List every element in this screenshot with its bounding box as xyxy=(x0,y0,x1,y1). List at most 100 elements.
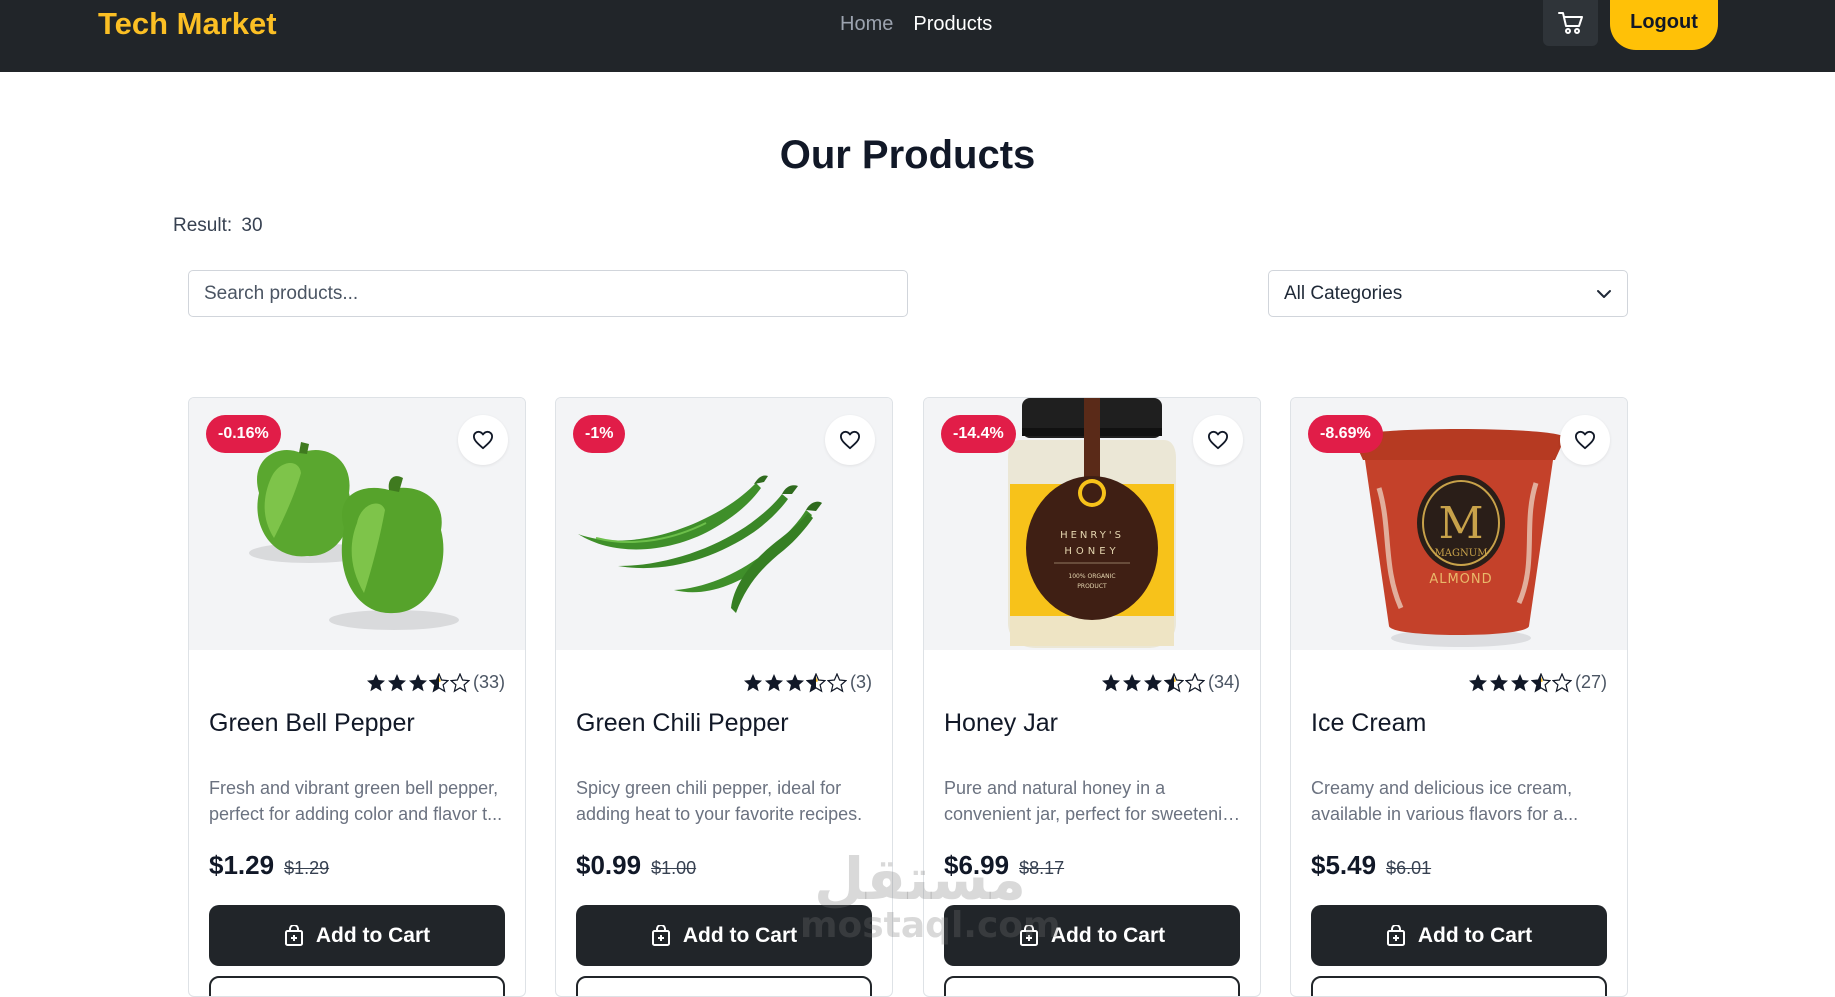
product-name[interactable]: Honey Jar xyxy=(944,709,1058,738)
nav-links: Home Products xyxy=(840,13,992,36)
star-half-icon xyxy=(806,672,826,692)
rating: (27) xyxy=(1468,672,1607,693)
product-card: -0.16% (33) Green Bell Pepper Fresh and … xyxy=(188,397,526,997)
old-price: $6.01 xyxy=(1386,858,1432,878)
star-full-icon xyxy=(408,673,427,691)
logout-button[interactable]: Logout xyxy=(1610,0,1718,50)
result-label: Result: xyxy=(173,215,233,236)
star-half-icon xyxy=(1163,672,1184,692)
jar-label-brand: HENRY'S xyxy=(1060,530,1124,541)
add-to-cart-button[interactable]: Add to Cart xyxy=(209,905,505,966)
review-count: (27) xyxy=(1574,672,1607,692)
discount-badge: -1% xyxy=(573,415,626,453)
add-to-cart-label: Add to Cart xyxy=(682,923,798,947)
star-empty-icon xyxy=(827,672,847,692)
star-rating xyxy=(1101,672,1205,693)
result-count: Result: 30 xyxy=(173,215,263,237)
secondary-button[interactable] xyxy=(944,976,1240,996)
add-to-cart-label: Add to Cart xyxy=(1050,923,1166,947)
star-half-icon xyxy=(1530,672,1551,692)
review-count: (3) xyxy=(850,672,872,692)
product-image[interactable]: HENRY'S HONEY 100% ORGANIC PRODUCT -14.4… xyxy=(924,398,1260,650)
discount-badge: -0.16% xyxy=(206,415,281,453)
jar-label-product: HONEY xyxy=(1064,546,1119,557)
product-name[interactable]: Green Bell Pepper xyxy=(209,709,415,738)
old-price: $8.17 xyxy=(1019,858,1065,878)
product-description-line: Fresh and vibrant green bell pepper, xyxy=(209,778,499,798)
wishlist-button[interactable] xyxy=(825,415,875,465)
price-row: $1.29 $1.29 xyxy=(209,850,329,881)
add-to-cart-button[interactable]: Add to Cart xyxy=(1311,905,1607,966)
product-description: Spicy green chili pepper, ideal for addi… xyxy=(576,775,876,827)
nav-link-home[interactable]: Home xyxy=(840,13,893,36)
product-description-line: available in various flavors for a... xyxy=(1311,804,1579,824)
star-rating xyxy=(366,672,470,693)
review-count: (33) xyxy=(472,672,505,692)
star-full-icon xyxy=(387,673,406,691)
add-to-cart-button[interactable]: Add to Cart xyxy=(576,905,872,966)
star-rating xyxy=(743,672,847,693)
secondary-button[interactable] xyxy=(1311,976,1607,996)
price: $1.29 xyxy=(209,850,275,880)
product-description-line: adding heat to your favorite recipes. xyxy=(576,804,863,824)
star-full-icon xyxy=(1510,673,1529,691)
star-full-icon xyxy=(744,673,762,691)
product-description: Creamy and delicious ice cream, availabl… xyxy=(1311,775,1611,827)
old-price: $1.29 xyxy=(284,858,330,878)
star-full-icon xyxy=(1143,673,1162,691)
product-card: HENRY'S HONEY 100% ORGANIC PRODUCT -14.4… xyxy=(923,397,1261,997)
rating: (34) xyxy=(1101,672,1240,693)
nav-link-products[interactable]: Products xyxy=(913,13,992,36)
chevron-down-icon xyxy=(1597,289,1611,298)
bag-plus-icon xyxy=(284,924,303,946)
price: $0.99 xyxy=(576,850,642,880)
secondary-button[interactable] xyxy=(209,976,505,996)
search-input[interactable] xyxy=(188,270,908,317)
tub-logo-letter: M xyxy=(1438,498,1483,549)
star-empty-icon xyxy=(1184,672,1205,692)
product-card: M MAGNUM ALMOND -8.69% (27) Ice Cream Cr… xyxy=(1290,397,1628,997)
product-description-line: Creamy and delicious ice cream, xyxy=(1311,778,1573,798)
review-count: (34) xyxy=(1207,672,1240,692)
old-price: $1.00 xyxy=(651,858,697,878)
product-card: -1% (3) Green Chili Pepper Spicy green c… xyxy=(555,397,893,997)
star-full-icon xyxy=(366,673,385,691)
heart-icon xyxy=(1207,430,1228,450)
discount-badge: -14.4% xyxy=(941,415,1016,453)
product-description-line: Spicy green chili pepper, ideal for xyxy=(576,778,842,798)
rating: (3) xyxy=(743,672,872,693)
product-image[interactable]: M MAGNUM ALMOND -8.69% xyxy=(1291,398,1627,650)
jar-label-note: PRODUCT xyxy=(1077,583,1107,590)
product-name[interactable]: Ice Cream xyxy=(1311,709,1426,738)
wishlist-button[interactable] xyxy=(458,415,508,465)
product-description-line: perfect for adding color and flavor t... xyxy=(209,804,503,824)
bag-plus-icon xyxy=(651,924,670,946)
star-full-icon xyxy=(1468,673,1487,691)
product-description: Pure and natural honey in a convenient j… xyxy=(944,775,1244,827)
price-row: $0.99 $1.00 xyxy=(576,850,696,881)
product-description-line: convenient jar, perfect for sweetenin... xyxy=(944,804,1244,824)
heart-icon xyxy=(840,430,860,450)
product-image[interactable]: -0.16% xyxy=(189,398,525,650)
wishlist-button[interactable] xyxy=(1560,415,1610,465)
result-value: 30 xyxy=(241,215,263,236)
star-full-icon xyxy=(1101,673,1120,691)
star-rating xyxy=(1468,672,1572,693)
add-to-cart-button[interactable]: Add to Cart xyxy=(944,905,1240,966)
wishlist-button[interactable] xyxy=(1193,415,1243,465)
star-full-icon xyxy=(1489,673,1508,691)
star-empty-icon xyxy=(1551,672,1572,692)
product-image[interactable]: -1% xyxy=(556,398,892,650)
heart-icon xyxy=(472,430,493,450)
heart-icon xyxy=(1574,430,1595,450)
cart-icon xyxy=(1557,12,1583,34)
star-full-icon xyxy=(1122,673,1141,691)
category-select[interactable]: All Categories xyxy=(1268,270,1628,317)
secondary-button[interactable] xyxy=(576,976,872,996)
price-row: $5.49 $6.01 xyxy=(1311,850,1431,881)
navbar: Tech Market Home Products Logout xyxy=(0,0,1835,72)
category-select-value: All Categories xyxy=(1284,282,1403,304)
brand-logo[interactable]: Tech Market xyxy=(98,6,277,42)
cart-button[interactable] xyxy=(1543,0,1598,46)
product-name[interactable]: Green Chili Pepper xyxy=(576,709,789,738)
